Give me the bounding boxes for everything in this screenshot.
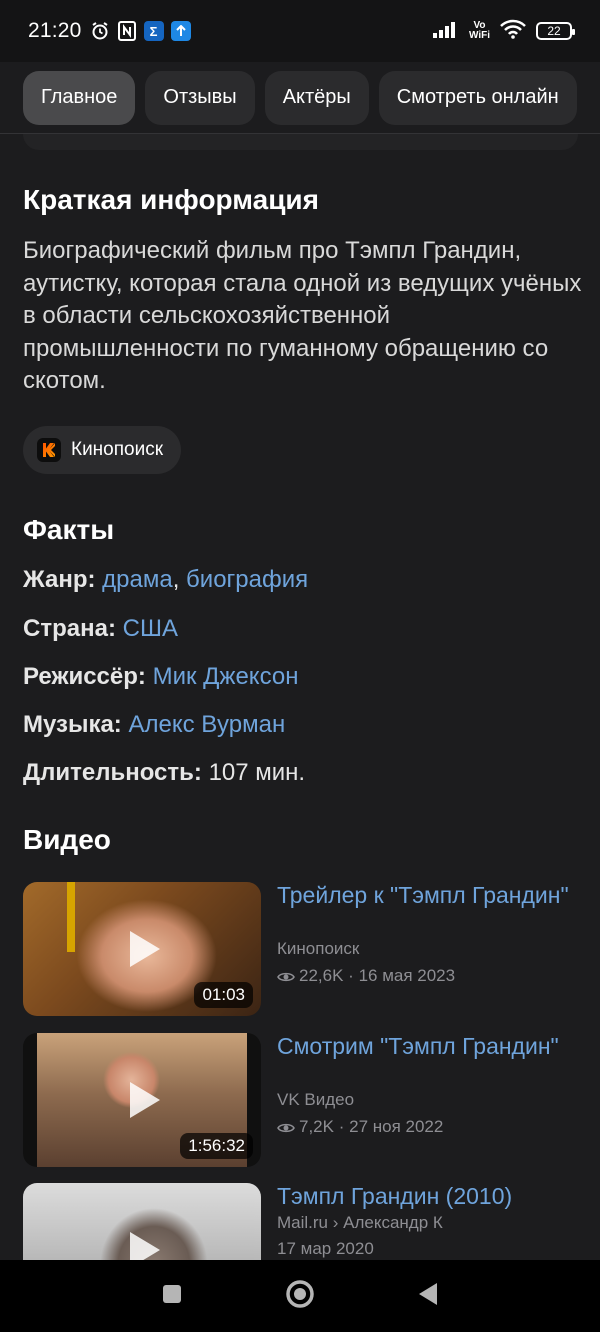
recents-button[interactable] [160, 1282, 184, 1311]
video-source: Кинопоиск [277, 939, 360, 958]
video-title[interactable]: Тэмпл Грандин (2010) [277, 1183, 587, 1209]
wifi-icon [500, 19, 526, 44]
country-link[interactable]: США [123, 615, 178, 642]
meta-dot: · [348, 966, 359, 985]
fact-duration: Длительность: 107 мин. [23, 759, 305, 787]
fact-director: Режиссёр: Мик Джексон [23, 663, 298, 691]
tab-reviews[interactable]: Отзывы [145, 70, 255, 125]
status-time: 21:20 [28, 19, 82, 42]
summary-title: Краткая информация [23, 184, 319, 215]
genre-link-biography[interactable]: биография [186, 566, 308, 593]
kinopoisk-logo-icon [37, 438, 61, 462]
tab-main[interactable]: Главное [23, 70, 136, 125]
video-title[interactable]: Смотрим "Тэмпл Грандин" [277, 1033, 577, 1059]
video-item[interactable]: 1:56:32 Смотрим "Тэмпл Грандин" VK Видео… [23, 1033, 583, 1169]
thumbnail-tassel [67, 882, 75, 952]
video-source: Mail.ru › Александр К [277, 1213, 443, 1232]
genre-link-drama[interactable]: драма [102, 566, 173, 593]
notification-icons: Σ [90, 21, 191, 41]
video-thumbnail[interactable]: 01:03 [23, 882, 261, 1016]
alarm-icon [90, 21, 110, 41]
meta-dot: · [338, 1117, 350, 1136]
director-link[interactable]: Мик Джексон [153, 663, 299, 690]
facts-title: Факты [23, 514, 115, 545]
genre-separator: , [172, 566, 180, 593]
previous-card-edge [23, 134, 578, 150]
nfc-icon [117, 21, 137, 41]
video-date: 17 мар 2020 [277, 1239, 374, 1258]
video-title[interactable]: Трейлер к "Тэмпл Грандин" [277, 882, 577, 908]
battery-icon: 22 [536, 22, 575, 40]
video-date: 27 ноя 2022 [349, 1117, 444, 1136]
tab-actors[interactable]: Актёры [264, 70, 369, 125]
video-stats: 22,6K · 16 мая 2023 [277, 966, 455, 988]
video-stats: 7,2K · 27 ноя 2022 [277, 1117, 443, 1139]
fact-genre: Жанр: драма, биография [23, 566, 308, 594]
fact-director-label: Режиссёр: [23, 663, 146, 690]
upload-app-icon [170, 21, 191, 41]
volte-indicator: Vo WiFi [468, 20, 490, 41]
fact-duration-value: 107 мин. [208, 759, 306, 786]
video-duration: 1:56:32 [180, 1133, 253, 1159]
video-source: VK Видео [277, 1090, 355, 1109]
fact-music: Музыка: Алекс Вурман [23, 711, 285, 739]
video-views: 22,6K [299, 966, 344, 985]
back-button[interactable] [416, 1281, 440, 1312]
sigma-app-icon: Σ [143, 21, 164, 41]
video-thumbnail[interactable]: 1:56:32 [23, 1033, 261, 1167]
source-chip-label: Кинопоиск [71, 439, 164, 460]
views-eye-icon [277, 968, 295, 988]
tab-watch-online[interactable]: Смотреть онлайн [378, 70, 577, 125]
videos-title: Видео [23, 824, 111, 855]
status-bar: 21:20 Σ Vo WiFi 22 [0, 0, 600, 62]
fact-country-label: Страна: [23, 615, 116, 642]
video-views: 7,2K [299, 1117, 334, 1136]
video-date: 16 мая 2023 [358, 966, 456, 985]
play-icon [130, 931, 160, 967]
video-item[interactable]: 01:03 Трейлер к "Тэмпл Грандин" Кинопоис… [23, 882, 583, 1018]
home-button[interactable] [284, 1278, 316, 1315]
views-eye-icon [277, 1119, 295, 1139]
source-chip-kinopoisk[interactable]: Кинопоиск [23, 426, 182, 474]
fact-duration-label: Длительность: [23, 759, 202, 786]
screen: 21:20 Σ Vo WiFi 22 Главное Отзывы Актёры… [0, 0, 600, 1332]
play-icon [130, 1082, 160, 1118]
composer-link[interactable]: Алекс Вурман [128, 711, 285, 738]
signal-icon [432, 20, 459, 43]
fact-country: Страна: США [23, 615, 178, 643]
tabs-bar: Главное Отзывы Актёры Смотреть онлайн [0, 62, 600, 134]
system-nav-bar [0, 1260, 600, 1332]
fact-genre-label: Жанр: [23, 566, 96, 593]
fact-music-label: Музыка: [23, 711, 122, 738]
video-duration: 01:03 [194, 982, 253, 1008]
status-right: Vo WiFi 22 [432, 19, 575, 44]
summary-text: Биографический фильм про Тэмпл Грандин, … [23, 237, 582, 394]
